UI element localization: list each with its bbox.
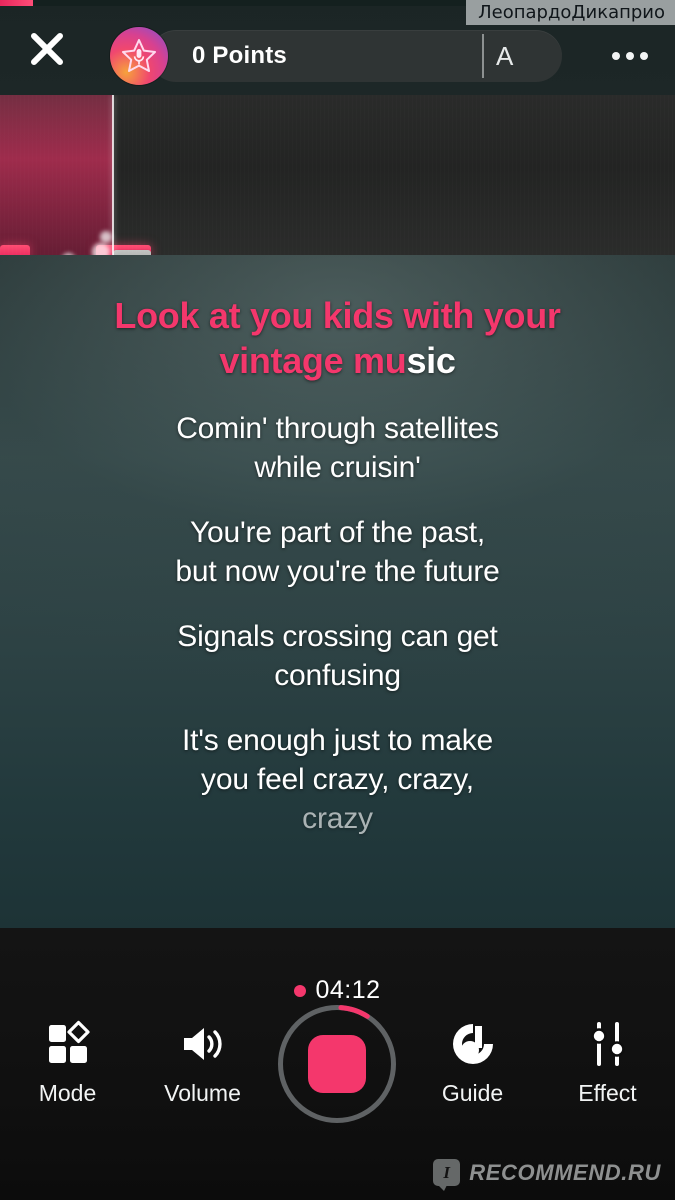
lyric-text: You're part of the past, [189,516,486,549]
toolbar-item-effect[interactable]: Effect [548,1016,668,1107]
lyric-text: but now you're the future [175,555,500,588]
overlay-username-badge: ЛеопардоДикаприо [466,0,675,25]
toolbar-label: Volume [164,1080,241,1106]
points-label: 0 Points [192,42,287,69]
toolbar-label: Guide [441,1080,504,1106]
lyric-text: crazy [302,802,373,835]
lyric-text: Signals crossing can get [177,620,498,653]
lyric-sung-text: vintage mu [219,340,407,381]
lyric-text: you feel crazy, crazy, [201,763,474,796]
watermark-badge-icon: I [433,1159,461,1191]
note-block [96,245,151,255]
more-dot-2 [626,52,634,60]
mode-grid-icon [44,1016,92,1072]
more-options-button[interactable] [599,30,661,82]
lyric-active-row-1: Look at you kids with your [0,293,675,338]
record-dot-icon [294,984,307,997]
pitch-note-track [0,95,675,255]
lyric-text: while cruisin' [254,451,421,484]
more-dot-1 [612,52,620,60]
lyric-active-row-2: vintage music [0,338,675,383]
more-dot-3 [640,52,648,60]
guide-music-note-icon [449,1016,497,1072]
spark-particle [92,243,110,255]
stop-square-icon [308,1035,366,1093]
toolbar-label: Effect [578,1080,637,1106]
lyric-text: It's enough just to make [181,724,494,757]
note-block [0,245,30,255]
lyric-gap [0,383,675,409]
toolbar-item-mode[interactable]: Mode [8,1016,128,1107]
toolbar-label: Mode [38,1080,97,1106]
playhead-indicator [112,95,114,255]
lyric-text: Comin' through satellites [176,412,499,445]
watermark-text: RECOMMEND.RU [469,1159,661,1185]
close-x-icon [31,33,63,65]
recording-timer: 04:12 [0,976,675,1005]
star-microphone-avatar-icon [122,39,156,72]
lyric-line-upcoming: You're part of the past, but now you're … [0,513,675,591]
lyric-gap [0,487,675,513]
lyric-unsung-text: sic [406,340,456,381]
song-progress-fill [0,0,33,6]
lyric-line-upcoming: Signals crossing can get confusing [0,617,675,695]
stop-record-button[interactable] [278,1005,396,1123]
track-played-region [0,95,113,255]
toolbar-item-guide[interactable]: Guide [413,1016,533,1107]
avatar[interactable] [110,27,168,85]
score-pill[interactable]: 0 Points A [150,30,562,82]
elapsed-time: 04:12 [315,976,381,1004]
lyric-gap [0,591,675,617]
effect-sliders-icon [584,1016,632,1072]
karaoke-recording-screen: 0 Points A ЛеопардоДикаприо Look at you … [0,0,675,1200]
watermark: I RECOMMEND.RU [433,1159,661,1191]
volume-speaker-icon [179,1016,227,1072]
spark-particle [100,231,112,243]
lyric-text: confusing [274,659,401,692]
key-label[interactable]: A [496,30,513,82]
lyric-gap [0,695,675,721]
lyric-line-active: Look at you kids with your vintage music [0,293,675,383]
lyric-line-upcoming: Comin' through satellites while cruisin' [0,409,675,487]
lyric-line-upcoming: It's enough just to make you feel crazy,… [0,721,675,838]
lyrics-panel: Look at you kids with your vintage music… [0,255,675,928]
pill-divider [482,34,484,78]
close-button[interactable] [18,20,76,78]
toolbar-item-volume[interactable]: Volume [143,1016,263,1107]
lyric-sung-text: Look at you kids with your [114,295,561,336]
